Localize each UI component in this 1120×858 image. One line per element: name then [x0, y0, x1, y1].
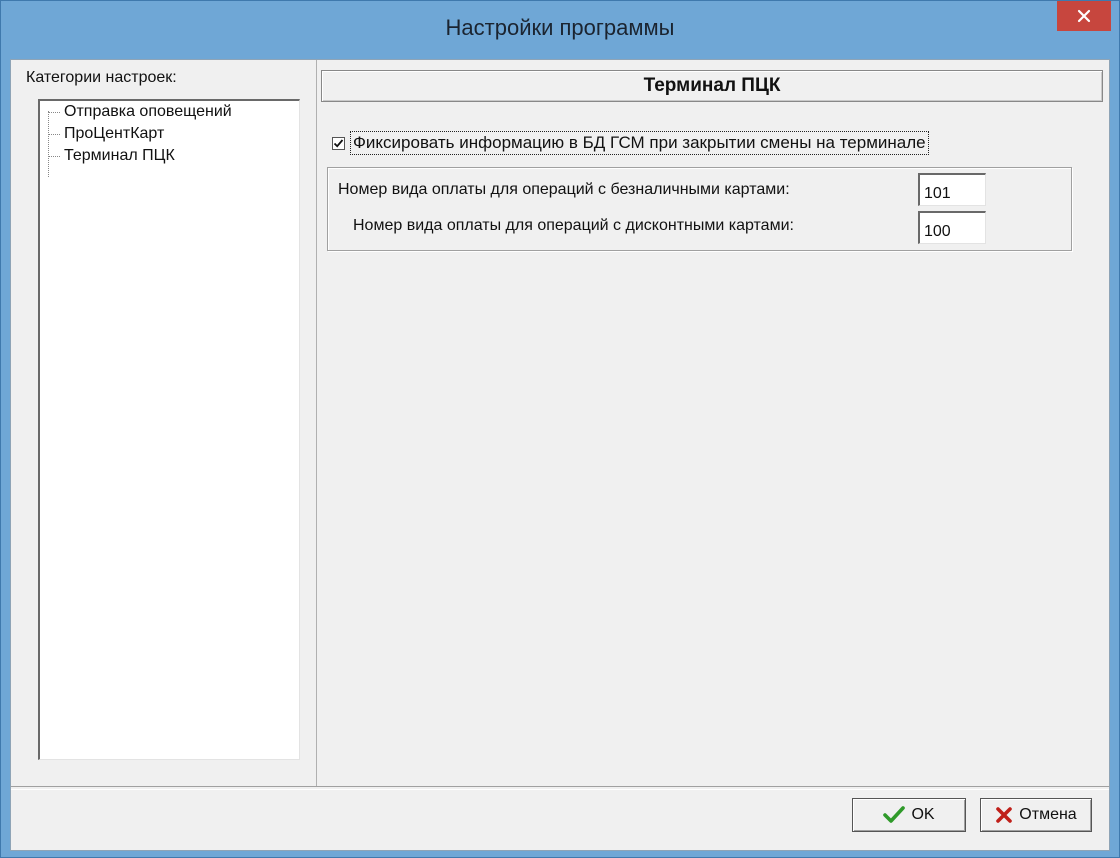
tree-item-label: Терминал ПЦК: [64, 147, 175, 164]
cashless-payment-label: Номер вида оплаты для операций с безнали…: [338, 181, 790, 198]
tree-item-terminal-pck[interactable]: Терминал ПЦК: [48, 145, 175, 167]
checkmark-icon: [883, 806, 906, 824]
window-title: Настройки программы: [445, 15, 675, 40]
checkmark-icon: [333, 138, 344, 148]
fix-info-checkbox[interactable]: [332, 136, 345, 150]
discount-payment-input[interactable]: [918, 211, 986, 244]
title-bar[interactable]: Настройки программы: [1, 1, 1119, 61]
categories-tree[interactable]: Отправка оповещений ПроЦентКарт Терминал…: [38, 99, 300, 760]
cancel-button[interactable]: Отмена: [980, 798, 1092, 832]
close-button[interactable]: [1057, 1, 1111, 31]
ok-button-label: OK: [911, 806, 935, 823]
ok-button[interactable]: OK: [852, 798, 966, 832]
categories-panel: Категории настроек: Отправка оповещений …: [11, 60, 317, 786]
cross-icon: [995, 806, 1013, 824]
close-icon: [1077, 9, 1091, 23]
tree-item-label: ПроЦентКарт: [64, 125, 165, 142]
cashless-payment-input[interactable]: [918, 173, 986, 206]
categories-label: Категории настроек:: [26, 69, 177, 86]
tree-item-notifications[interactable]: Отправка оповещений: [48, 101, 232, 123]
tree-item-label: Отправка оповещений: [64, 103, 232, 120]
settings-window: Настройки программы Категории настроек: …: [0, 0, 1120, 858]
discount-payment-label: Номер вида оплаты для операций с дисконт…: [353, 217, 794, 234]
cancel-button-label: Отмена: [1019, 806, 1077, 823]
fix-info-label: Фиксировать информацию в БД ГСМ при закр…: [350, 131, 929, 155]
payment-type-group: Номер вида оплаты для операций с безнали…: [327, 167, 1072, 251]
section-title: Терминал ПЦК: [321, 70, 1103, 102]
client-area: Категории настроек: Отправка оповещений …: [10, 59, 1110, 851]
footer-divider: [11, 786, 1109, 790]
settings-panel: Терминал ПЦК Фиксировать информацию в БД…: [318, 60, 1109, 786]
fix-info-checkbox-row[interactable]: Фиксировать информацию в БД ГСМ при закр…: [332, 130, 929, 156]
tree-item-procentkart[interactable]: ПроЦентКарт: [48, 123, 164, 145]
